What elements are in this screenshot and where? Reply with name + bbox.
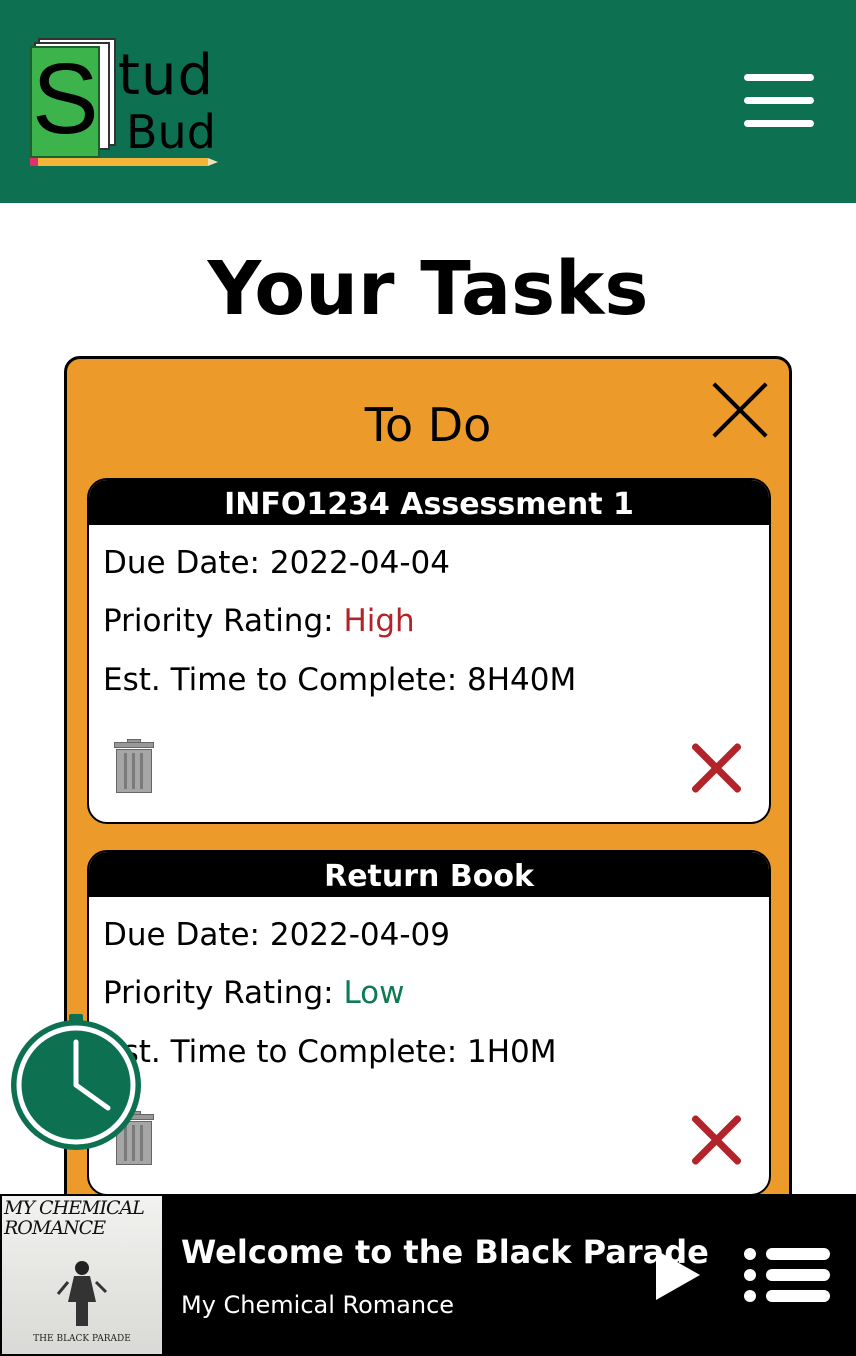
task-priority: Priority Rating: Low xyxy=(103,973,404,1013)
song-title: Welcome to the Black Parade xyxy=(181,1233,709,1271)
due-date-label: Due Date: xyxy=(103,545,270,581)
due-date-value: 2022-04-04 xyxy=(269,545,451,581)
hamburger-menu-icon[interactable] xyxy=(744,72,814,130)
app-header: S tud Bud xyxy=(0,0,856,203)
task-due-date: Due Date: 2022-04-04 xyxy=(103,543,450,583)
album-art: MY CHEMICAL ROMANCE THE BLACK PARADE xyxy=(2,1196,162,1354)
est-time-value: 8H40M xyxy=(467,662,577,698)
studbud-logo[interactable]: S tud Bud xyxy=(30,38,220,170)
task-title: Return Book xyxy=(89,852,769,897)
remove-task-icon[interactable] xyxy=(691,1114,743,1166)
task-title: INFO1234 Assessment 1 xyxy=(89,480,769,525)
logo-text-line1: tud xyxy=(118,43,214,108)
logo-pencil-tip xyxy=(208,158,218,166)
est-time-label: Est. Time to Complete: xyxy=(103,662,467,698)
logo-pencil xyxy=(30,158,208,166)
priority-value: High xyxy=(343,603,415,639)
album-subtitle: THE BLACK PARADE xyxy=(33,1334,131,1344)
est-time-value: 1H0M xyxy=(467,1034,557,1070)
panel-title: To Do xyxy=(364,398,492,452)
song-artist: My Chemical Romance xyxy=(181,1291,455,1319)
logo-text-line2: Bud xyxy=(126,105,216,159)
album-figure xyxy=(56,1261,108,1326)
priority-value: Low xyxy=(343,975,405,1011)
task-card[interactable]: INFO1234 Assessment 1 Due Date: 2022-04-… xyxy=(87,478,771,824)
close-icon[interactable] xyxy=(711,381,769,439)
due-date-value: 2022-04-09 xyxy=(269,917,451,953)
page-title: Your Tasks xyxy=(207,246,649,332)
task-due-date: Due Date: 2022-04-09 xyxy=(103,915,450,955)
logo-initial: S xyxy=(32,43,99,155)
priority-label: Priority Rating: xyxy=(103,603,344,639)
task-est-time: Est. Time to Complete: 8H40M xyxy=(103,660,576,700)
album-art-text: MY CHEMICAL ROMANCE xyxy=(4,1197,145,1239)
clock-icon[interactable] xyxy=(8,1014,144,1150)
task-priority: Priority Rating: High xyxy=(103,601,415,641)
music-player: MY CHEMICAL ROMANCE THE BLACK PARADE Wel… xyxy=(0,1194,856,1356)
queue-list-icon[interactable] xyxy=(744,1248,830,1302)
task-est-time: Est. Time to Complete: 1H0M xyxy=(103,1032,557,1072)
priority-label: Priority Rating: xyxy=(103,975,344,1011)
play-icon[interactable] xyxy=(654,1250,702,1300)
task-card[interactable]: Return Book Due Date: 2022-04-09 Priorit… xyxy=(87,850,771,1196)
est-time-label: Est. Time to Complete: xyxy=(103,1034,467,1070)
trash-icon[interactable] xyxy=(114,739,154,795)
due-date-label: Due Date: xyxy=(103,917,270,953)
remove-task-icon[interactable] xyxy=(691,742,743,794)
